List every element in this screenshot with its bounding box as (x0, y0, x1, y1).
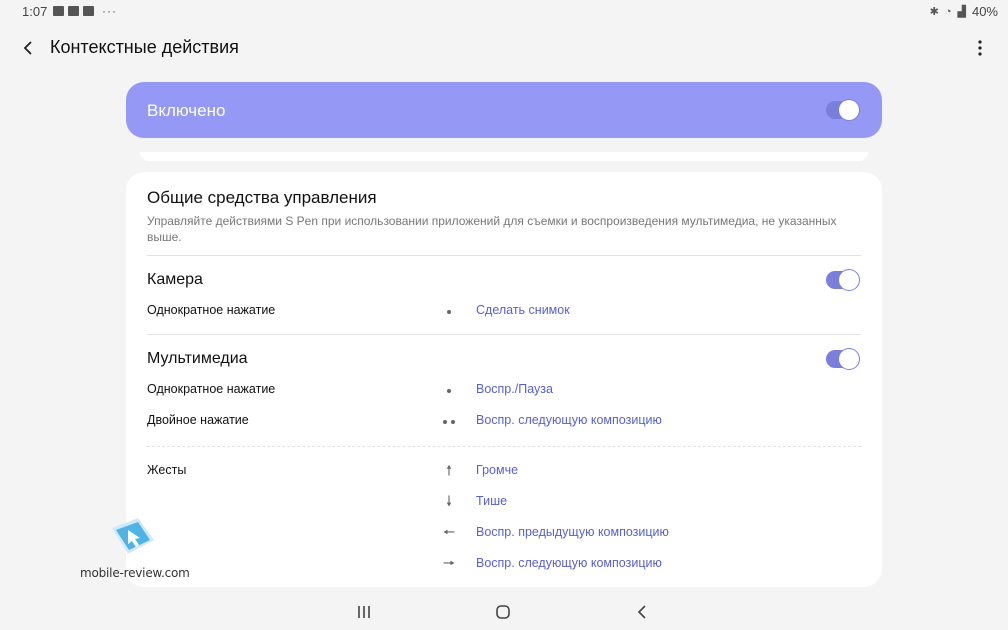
system-icons: ✱ ◔ ▟ 40% (930, 4, 998, 19)
multimedia-action-row[interactable]: Двойное нажатие Воспр. следующую компози… (147, 411, 861, 431)
divider (147, 446, 861, 447)
mobile-review-logo-icon (112, 518, 154, 554)
switch-knob (839, 270, 859, 290)
gallery-icon (53, 6, 64, 16)
action-label: Однократное нажатие (147, 382, 276, 396)
notes-icon (83, 6, 94, 16)
wifi-icon: ◔ (944, 5, 952, 18)
arrow-down-icon: 🠗 (445, 493, 452, 509)
action-value[interactable]: Громче (476, 463, 518, 477)
camera-group-title: Камера (147, 271, 203, 288)
section-title: Общие средства управления (147, 188, 377, 207)
home-icon (496, 605, 510, 619)
single-press-icon (437, 303, 461, 318)
action-label: Однократное нажатие (147, 303, 276, 317)
multimedia-group-title: Мультимедиа (147, 350, 248, 367)
recents-button[interactable] (350, 600, 378, 624)
arrow-right-icon: 🠖 (442, 555, 456, 571)
camera-action-row[interactable]: Однократное нажатие Сделать снимок (147, 301, 861, 321)
master-toggle-label: Включено (147, 101, 226, 120)
watermark-text: mobile-review.com (80, 566, 190, 580)
arrow-up-icon: 🠕 (445, 462, 452, 478)
action-value[interactable]: Воспр. следующую композицию (476, 556, 662, 570)
action-value[interactable]: Тише (476, 494, 507, 508)
gesture-row[interactable]: 🠗 Тише (147, 492, 861, 512)
more-options-button[interactable] (966, 34, 994, 62)
mail-icon (68, 6, 79, 16)
action-value[interactable]: Воспр./Пауза (476, 382, 553, 396)
back-icon (637, 605, 646, 619)
battery-level: 40% (971, 4, 998, 19)
action-label: Двойное нажатие (147, 413, 249, 427)
home-button[interactable] (489, 600, 517, 624)
action-value[interactable]: Сделать снимок (476, 303, 570, 317)
nav-back-button[interactable] (628, 600, 656, 624)
action-value[interactable]: Воспр. следующую композицию (476, 413, 662, 427)
gesture-row[interactable]: 🠖 Воспр. следующую композицию (147, 554, 861, 574)
page-title: Контекстные действия (50, 37, 239, 57)
master-toggle-switch[interactable] (826, 100, 859, 120)
back-button[interactable] (14, 34, 42, 62)
switch-knob (839, 100, 859, 120)
master-toggle-card[interactable]: Включено (126, 82, 882, 138)
multimedia-action-row[interactable]: Однократное нажатие Воспр./Пауза (147, 380, 861, 400)
double-press-icon (437, 413, 461, 428)
multimedia-toggle-switch[interactable] (826, 349, 859, 369)
status-time: 1:07 (22, 4, 48, 19)
signal-icon: ▟ (957, 6, 966, 18)
section-description: Управляйте действиями S Pen при использо… (147, 214, 837, 244)
general-controls-card: Общие средства управления Управляйте дей… (126, 172, 882, 587)
navigation-bar (0, 596, 1008, 626)
bluetooth-icon: ✱ (929, 6, 939, 18)
gestures-label: Жесты (147, 463, 187, 477)
camera-toggle-switch[interactable] (826, 270, 859, 290)
divider (147, 334, 861, 335)
recents-icon (358, 606, 370, 618)
notification-icons: ··· (53, 4, 117, 18)
app-bar: Контекстные действия (0, 28, 1008, 68)
more-notifications-icon: ··· (102, 4, 117, 18)
gesture-row[interactable]: 🠔 Воспр. предыдущую композицию (147, 523, 861, 543)
previous-card-edge (140, 152, 868, 161)
single-press-icon (437, 382, 461, 397)
status-bar: 1:07 ··· ✱ ◔ ▟ 40% (0, 0, 1008, 22)
action-value[interactable]: Воспр. предыдущую композицию (476, 525, 669, 539)
watermark: mobile-review.com (80, 516, 190, 586)
more-vertical-icon (978, 40, 982, 56)
arrow-left-icon: 🠔 (442, 524, 456, 540)
divider (147, 255, 861, 256)
switch-knob (839, 349, 859, 369)
gesture-row[interactable]: Жесты 🠕 Громче (147, 461, 861, 481)
chevron-left-icon (23, 41, 32, 55)
